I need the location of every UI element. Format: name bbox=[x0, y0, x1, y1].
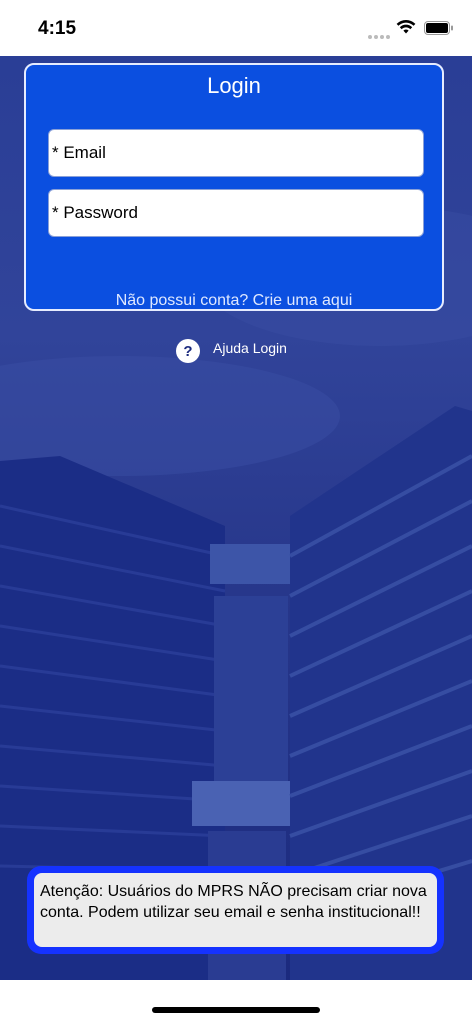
login-title: Login bbox=[207, 73, 261, 98]
password-field[interactable] bbox=[48, 189, 424, 237]
signup-link[interactable]: Não possui conta? Crie uma aqui bbox=[26, 292, 442, 310]
email-input[interactable] bbox=[52, 130, 423, 176]
help-login-label[interactable]: Ajuda Login bbox=[213, 340, 287, 356]
status-time: 4:15 bbox=[38, 18, 77, 39]
notice-text: Atenção: Usuários do MPRS NÃO precisam c… bbox=[34, 873, 437, 947]
notice-box: Atenção: Usuários do MPRS NÃO precisam c… bbox=[27, 866, 444, 954]
password-input[interactable] bbox=[52, 190, 423, 236]
help-login-button[interactable]: ? Ajuda Login bbox=[176, 338, 287, 364]
cellular-signal-icon bbox=[368, 26, 392, 44]
wifi-icon bbox=[396, 20, 416, 34]
home-area bbox=[0, 980, 472, 1024]
help-icon[interactable]: ? bbox=[176, 339, 200, 363]
battery-icon bbox=[424, 21, 453, 35]
login-card: Login Não possui conta? Crie uma aqui bbox=[24, 63, 444, 311]
home-indicator[interactable] bbox=[152, 1007, 320, 1013]
status-bar: 4:15 bbox=[0, 0, 472, 56]
email-field[interactable] bbox=[48, 129, 424, 177]
